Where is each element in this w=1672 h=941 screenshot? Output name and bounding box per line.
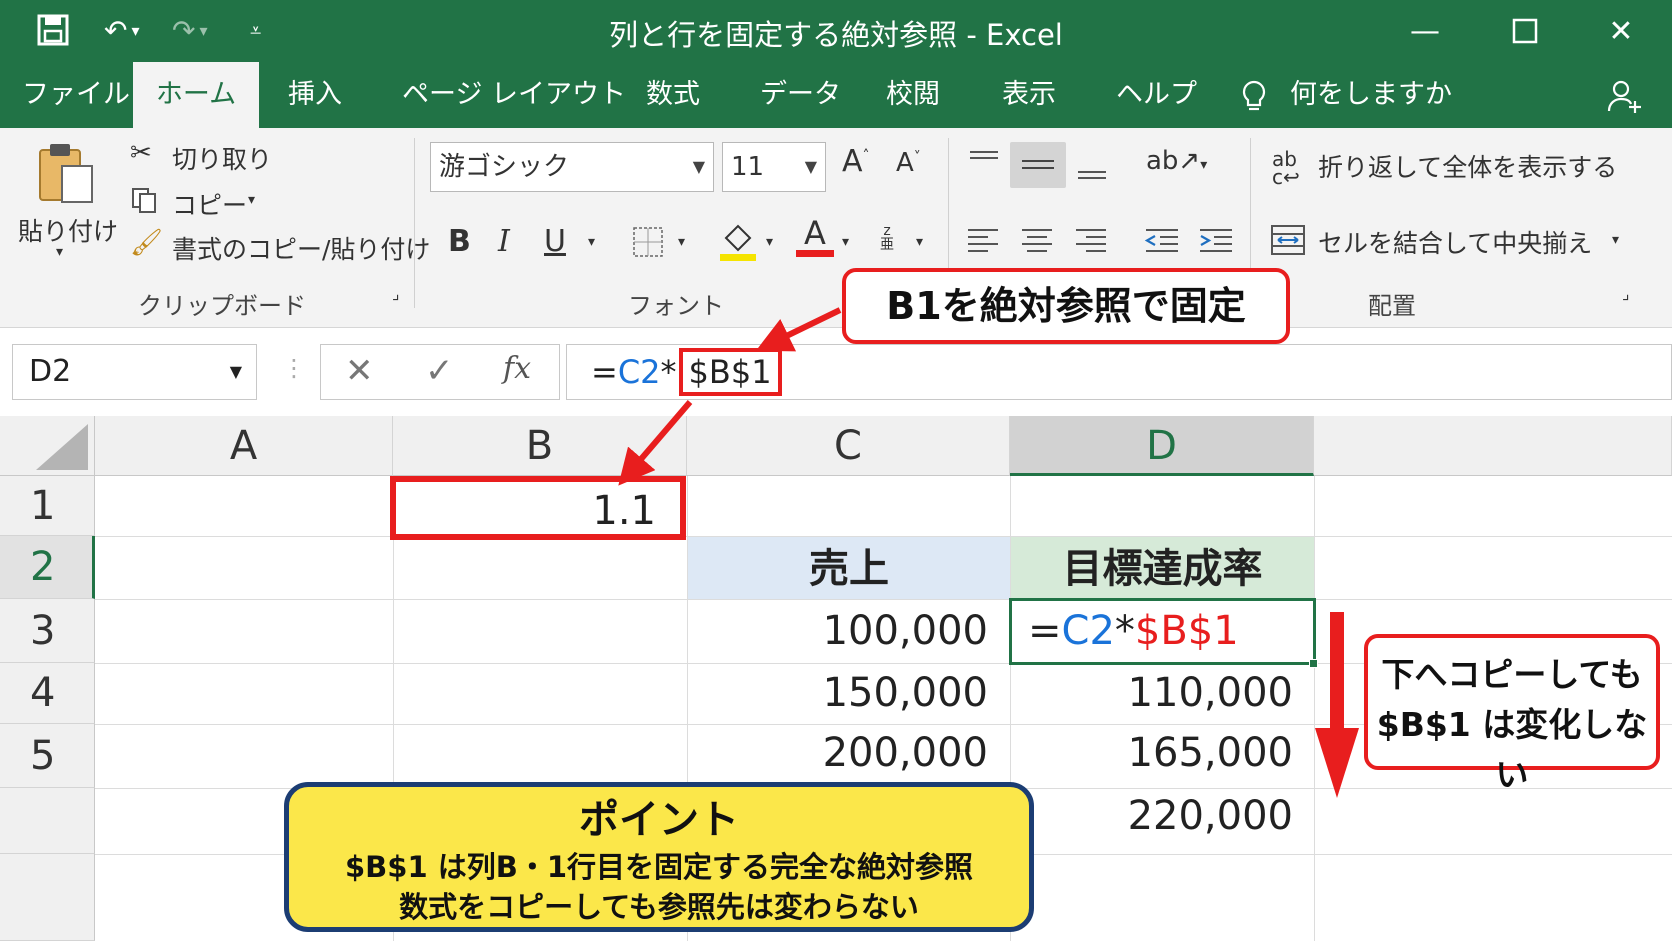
point-line2: 数式をコピーしても参照先は変わらない (399, 890, 919, 924)
copy-note-line2: $B$1 は変化しない (1376, 705, 1648, 794)
copy-note-callout: 下へコピーしても $B$1 は変化しない (1364, 634, 1660, 794)
copy-down-arrow-head (1315, 728, 1359, 798)
copy-down-arrow-shaft (1330, 612, 1344, 730)
point-title: ポイント (579, 797, 739, 843)
copy-note-line1: 下へコピーしても (1381, 655, 1643, 694)
arrow-callout-to-formula (755, 307, 842, 352)
point-line1: $B$1 は列B・1行目を固定する完全な絶対参照 (344, 850, 974, 884)
fix-b1-callout: B1を絶対参照で固定 (842, 268, 1290, 344)
point-summary-box: ポイント $B$1 は列B・1行目を固定する完全な絶対参照 数式をコピーしても参… (284, 782, 1034, 932)
arrow-formula-to-cell (618, 400, 693, 486)
